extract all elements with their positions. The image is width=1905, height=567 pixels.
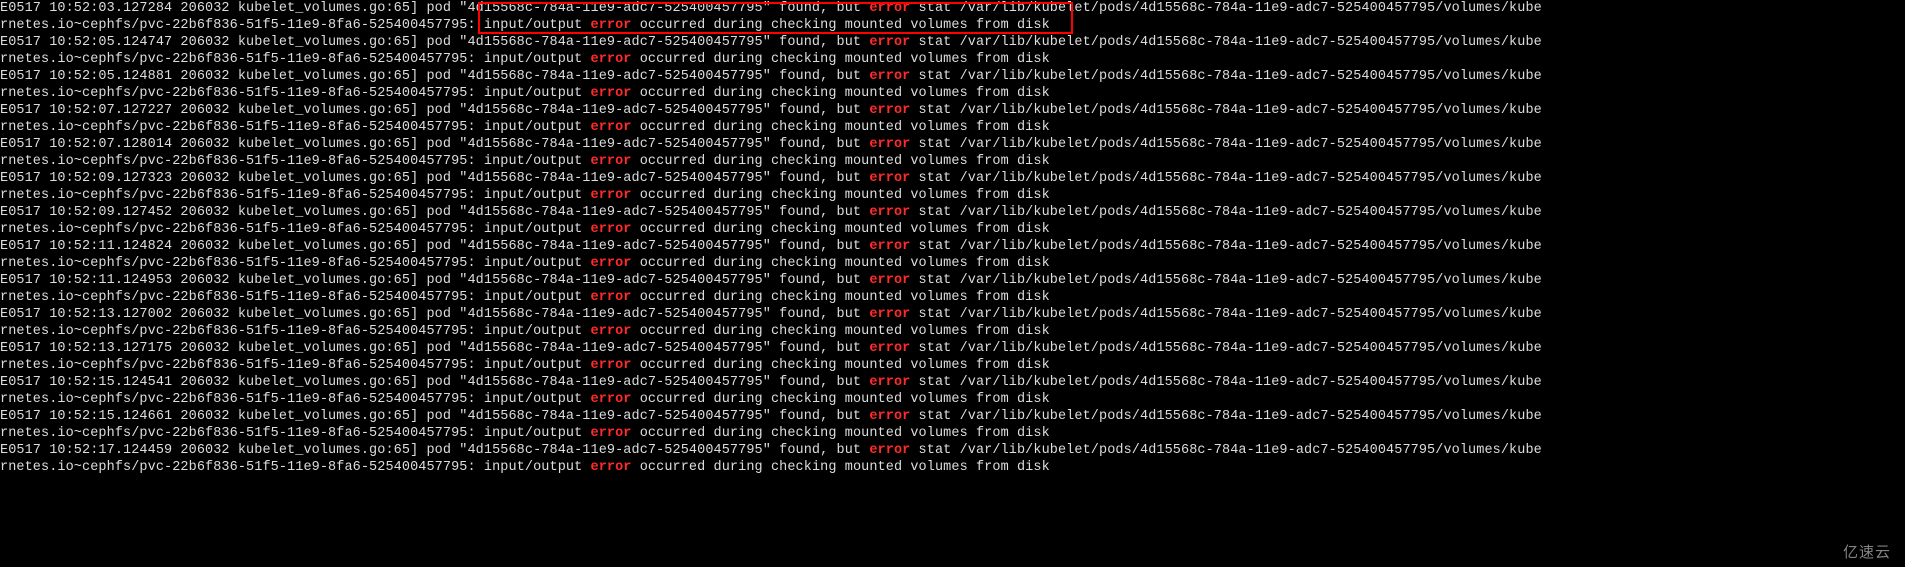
error-keyword: error — [869, 69, 910, 84]
log-line-1: E0517 10:52:09.127323 206032 kubelet_vol… — [0, 170, 1905, 187]
log-entry: E0517 10:52:15.124541 206032 kubelet_vol… — [0, 374, 1905, 408]
log-entry: E0517 10:52:17.124459 206032 kubelet_vol… — [0, 442, 1905, 476]
log-line-1: E0517 10:52:11.124953 206032 kubelet_vol… — [0, 272, 1905, 289]
error-keyword: error — [869, 205, 910, 220]
log-line-2: rnetes.io~cephfs/pvc-22b6f836-51f5-11e9-… — [0, 357, 1905, 374]
error-keyword: error — [591, 324, 632, 339]
log-line-2: rnetes.io~cephfs/pvc-22b6f836-51f5-11e9-… — [0, 85, 1905, 102]
error-keyword: error — [591, 188, 632, 203]
log-line-2: rnetes.io~cephfs/pvc-22b6f836-51f5-11e9-… — [0, 459, 1905, 476]
log-entry: E0517 10:52:03.127284 206032 kubelet_vol… — [0, 0, 1905, 34]
error-keyword: error — [591, 256, 632, 271]
error-keyword: error — [591, 86, 632, 101]
error-keyword: error — [591, 358, 632, 373]
error-keyword: error — [869, 137, 910, 152]
log-entry: E0517 10:52:05.124881 206032 kubelet_vol… — [0, 68, 1905, 102]
error-keyword: error — [869, 409, 910, 424]
log-line-1: E0517 10:52:13.127002 206032 kubelet_vol… — [0, 306, 1905, 323]
log-line-1: E0517 10:52:05.124881 206032 kubelet_vol… — [0, 68, 1905, 85]
error-keyword: error — [591, 290, 632, 305]
log-line-1: E0517 10:52:17.124459 206032 kubelet_vol… — [0, 442, 1905, 459]
log-line-2: rnetes.io~cephfs/pvc-22b6f836-51f5-11e9-… — [0, 153, 1905, 170]
log-line-1: E0517 10:52:05.124747 206032 kubelet_vol… — [0, 34, 1905, 51]
error-keyword: error — [591, 222, 632, 237]
error-keyword: error — [869, 103, 910, 118]
log-entry: E0517 10:52:11.124824 206032 kubelet_vol… — [0, 238, 1905, 272]
log-line-2: rnetes.io~cephfs/pvc-22b6f836-51f5-11e9-… — [0, 323, 1905, 340]
log-line-1: E0517 10:52:15.124541 206032 kubelet_vol… — [0, 374, 1905, 391]
log-line-1: E0517 10:52:07.127227 206032 kubelet_vol… — [0, 102, 1905, 119]
log-entry: E0517 10:52:13.127002 206032 kubelet_vol… — [0, 306, 1905, 340]
error-keyword: error — [591, 18, 632, 33]
error-keyword: error — [591, 120, 632, 135]
log-line-2: rnetes.io~cephfs/pvc-22b6f836-51f5-11e9-… — [0, 221, 1905, 238]
error-keyword: error — [869, 341, 910, 356]
log-line-2: rnetes.io~cephfs/pvc-22b6f836-51f5-11e9-… — [0, 119, 1905, 136]
error-keyword: error — [591, 154, 632, 169]
watermark-label: 亿速云 — [1843, 544, 1891, 561]
log-line-2: rnetes.io~cephfs/pvc-22b6f836-51f5-11e9-… — [0, 289, 1905, 306]
log-line-1: E0517 10:52:11.124824 206032 kubelet_vol… — [0, 238, 1905, 255]
log-line-2: rnetes.io~cephfs/pvc-22b6f836-51f5-11e9-… — [0, 255, 1905, 272]
terminal-output[interactable]: E0517 10:52:03.127284 206032 kubelet_vol… — [0, 0, 1905, 476]
log-line-2: rnetes.io~cephfs/pvc-22b6f836-51f5-11e9-… — [0, 425, 1905, 442]
error-keyword: error — [869, 375, 910, 390]
log-line-1: E0517 10:52:13.127175 206032 kubelet_vol… — [0, 340, 1905, 357]
error-keyword: error — [869, 443, 910, 458]
log-entry: E0517 10:52:09.127323 206032 kubelet_vol… — [0, 170, 1905, 204]
error-keyword: error — [591, 426, 632, 441]
log-line-2: rnetes.io~cephfs/pvc-22b6f836-51f5-11e9-… — [0, 391, 1905, 408]
error-keyword: error — [591, 392, 632, 407]
log-line-1: E0517 10:52:09.127452 206032 kubelet_vol… — [0, 204, 1905, 221]
error-keyword: error — [869, 171, 910, 186]
log-line-2: rnetes.io~cephfs/pvc-22b6f836-51f5-11e9-… — [0, 17, 1905, 34]
log-line-1: E0517 10:52:07.128014 206032 kubelet_vol… — [0, 136, 1905, 153]
log-entry: E0517 10:52:07.128014 206032 kubelet_vol… — [0, 136, 1905, 170]
error-keyword: error — [869, 307, 910, 322]
log-entry: E0517 10:52:09.127452 206032 kubelet_vol… — [0, 204, 1905, 238]
error-keyword: error — [869, 35, 910, 50]
error-keyword: error — [869, 273, 910, 288]
log-entry: E0517 10:52:11.124953 206032 kubelet_vol… — [0, 272, 1905, 306]
log-entry: E0517 10:52:07.127227 206032 kubelet_vol… — [0, 102, 1905, 136]
log-line-1: E0517 10:52:15.124661 206032 kubelet_vol… — [0, 408, 1905, 425]
log-entry: E0517 10:52:13.127175 206032 kubelet_vol… — [0, 340, 1905, 374]
log-line-2: rnetes.io~cephfs/pvc-22b6f836-51f5-11e9-… — [0, 187, 1905, 204]
log-line-2: rnetes.io~cephfs/pvc-22b6f836-51f5-11e9-… — [0, 51, 1905, 68]
log-entry: E0517 10:52:05.124747 206032 kubelet_vol… — [0, 34, 1905, 68]
error-keyword: error — [591, 52, 632, 67]
log-entry: E0517 10:52:15.124661 206032 kubelet_vol… — [0, 408, 1905, 442]
error-keyword: error — [869, 239, 910, 254]
error-keyword: error — [591, 460, 632, 475]
error-keyword: error — [869, 1, 910, 16]
log-line-1: E0517 10:52:03.127284 206032 kubelet_vol… — [0, 0, 1905, 17]
